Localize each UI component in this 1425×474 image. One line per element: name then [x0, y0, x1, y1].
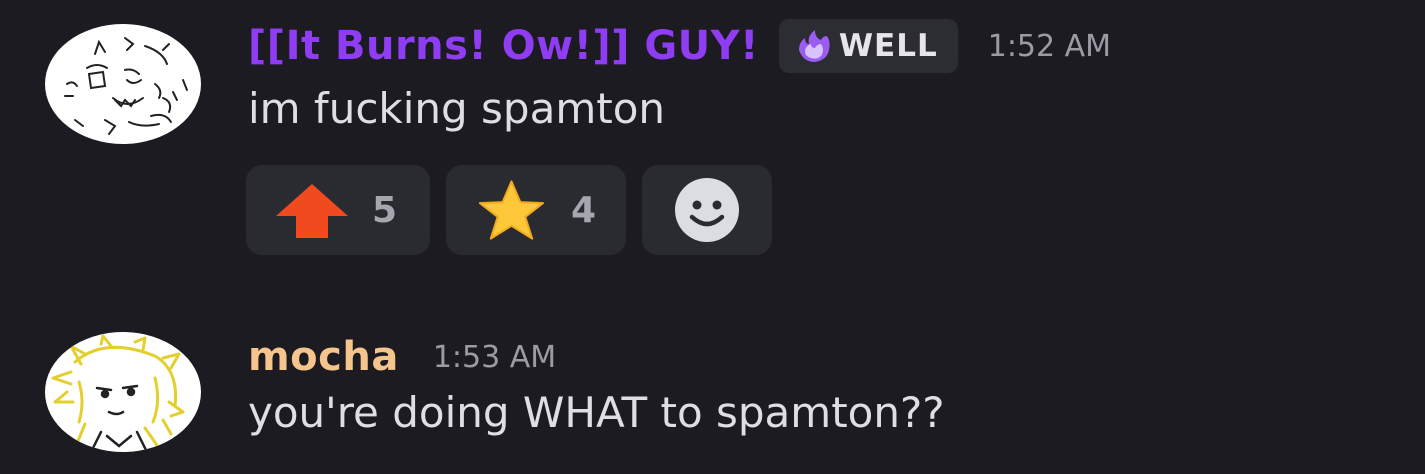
message-2: mocha 1:53 AM you're doing WHAT to spamt…	[0, 318, 1425, 474]
reactions-bar: 5 4	[246, 165, 772, 255]
guild-tag-badge[interactable]: WELL	[778, 19, 958, 73]
add-reaction-button[interactable]	[642, 165, 772, 255]
message-header: [[It Burns! Ow!]] GUY! WELL 1:52 AM	[248, 18, 1111, 74]
username[interactable]: mocha	[248, 334, 399, 380]
reaction-up-arrow[interactable]: 5	[246, 165, 430, 255]
badge-label: WELL	[838, 28, 938, 64]
message-text: im fucking spamton	[248, 84, 666, 133]
reaction-count: 5	[372, 189, 398, 231]
reaction-star[interactable]: 4	[446, 165, 626, 255]
message-1: [[It Burns! Ow!]] GUY! WELL 1:52 AM im f…	[0, 0, 1425, 270]
avatar-mocha[interactable]	[45, 332, 201, 452]
purple-flame-icon	[798, 30, 830, 62]
sketch-face-icon	[64, 37, 188, 135]
smiley-add-reaction-icon	[675, 178, 739, 242]
star-icon	[478, 180, 545, 240]
reaction-count: 4	[570, 189, 596, 231]
avatar-sketch[interactable]	[45, 24, 201, 144]
timestamp[interactable]: 1:52 AM	[988, 29, 1111, 64]
timestamp[interactable]: 1:53 AM	[433, 340, 556, 375]
message-header: mocha 1:53 AM	[248, 334, 556, 380]
username[interactable]: [[It Burns! Ow!]] GUY!	[248, 23, 759, 69]
red-up-arrow-icon	[276, 184, 348, 238]
message-text: you're doing WHAT to spamton??	[248, 388, 945, 437]
sketch-character-icon	[51, 334, 185, 452]
